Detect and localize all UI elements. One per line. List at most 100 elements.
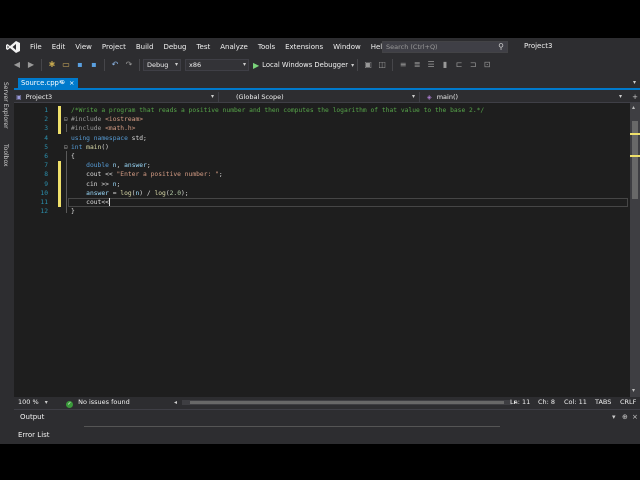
comment-icon[interactable]: ≣ [412,60,422,70]
menu-tools[interactable]: Tools [253,43,280,51]
bookmark-next-icon[interactable]: ⊐ [468,60,478,70]
uncomment-icon[interactable]: ☰ [426,60,436,70]
menu-edit[interactable]: Edit [47,43,71,51]
code-line-3[interactable]: #include <math.h> [71,124,135,133]
code-line-12[interactable]: } [71,207,75,216]
attach-icon[interactable]: ▣ [363,60,373,70]
line-number: 1 [44,107,48,114]
tab-list-chevron-icon[interactable]: ▾ [633,78,636,88]
code-line-8[interactable]: cout << "Enter a positive number: "; [71,170,223,179]
new-project-icon[interactable]: ✱ [47,60,57,70]
code-line-10[interactable]: answer = log(n) / log(2.0); [71,189,188,198]
line-number: 10 [40,189,48,197]
menu-build[interactable]: Build [131,43,159,51]
zoom-level[interactable]: 100 % ▾ [18,397,48,408]
bookmark-clear-icon[interactable]: ⊡ [482,60,492,70]
back-icon[interactable]: ◀ [12,60,22,70]
horizontal-scrollbar[interactable] [182,400,512,405]
editor-status-bar: 100 % ▾ ✓ No issues found ◂ ▸ Ln: 11 Ch:… [14,397,640,408]
navigation-bar: ▣ Project3 ▾ (Global Scope) ▾ ◈ main() ▾… [14,92,640,103]
issues-text: No issues found [78,398,130,406]
start-debugging-button[interactable]: ▶ Local Windows Debugger ▾ [253,61,354,70]
pin-icon[interactable]: ⊕ [60,78,65,88]
code-line-7[interactable]: double n, answer; [71,161,150,170]
chevron-down-icon[interactable]: ▾ [351,62,354,69]
save-all-icon[interactable]: ▪ [89,60,99,70]
output-panel-title[interactable]: Output [20,413,44,421]
close-icon[interactable]: × [69,78,74,88]
bookmark-icon[interactable]: ▮ [440,60,450,70]
toolbox-tab[interactable]: Toolbox [2,144,9,167]
menu-window[interactable]: Window [328,43,366,51]
member-dropdown[interactable]: ◈ main() ▾ [421,92,626,102]
toolbar-separator [104,59,105,71]
search-input[interactable]: Search (Ctrl+Q) ⚲ [382,41,508,53]
solution-name: Project3 [524,42,553,50]
current-line-highlight [68,198,628,208]
scroll-left-icon[interactable]: ◂ [174,397,177,408]
bookmark-prev-icon[interactable]: ⊏ [454,60,464,70]
error-list-tab[interactable]: Error List [18,431,50,439]
horizontal-scrollbar-thumb[interactable] [190,401,504,404]
pin-icon[interactable]: ⊕ [622,413,628,421]
solution-platform-value: x86 [189,61,202,69]
code-line-1[interactable]: /*Write a program that reads a positive … [71,106,484,115]
code-line-6[interactable]: { [71,152,75,161]
code-line-11[interactable]: cout<< [71,198,110,207]
vertical-scrollbar[interactable]: ▴ ▾ [630,103,640,397]
split-add-icon[interactable]: + [632,92,638,102]
chevron-down-icon: ▾ [174,61,178,68]
window-position-icon[interactable]: ▾ [612,413,616,421]
code-line-9[interactable]: cin >> n; [71,180,120,189]
menu-extensions[interactable]: Extensions [280,43,328,51]
undo-icon[interactable]: ↶ [110,60,120,70]
line-indicator[interactable]: Ln: 11 [510,397,530,408]
scrollbar-change-mark [630,155,640,157]
chevron-down-icon: ▾ [411,93,415,100]
menu-view[interactable]: View [70,43,97,51]
forward-icon[interactable]: ▶ [26,60,36,70]
browser-icon[interactable]: ◫ [377,60,387,70]
tab-source-cpp[interactable]: Source.cpp* ⊕ × [18,78,78,88]
solution-platform-dropdown[interactable]: x86 ▾ [185,59,249,71]
outline-guide [66,151,67,213]
close-icon[interactable]: × [632,413,638,421]
solution-configuration-dropdown[interactable]: Debug ▾ [143,59,181,71]
server-explorer-tab[interactable]: Server Explorer [2,82,9,129]
line-number: 5 [44,143,48,151]
redo-icon[interactable]: ↷ [124,60,134,70]
menu-analyze[interactable]: Analyze [215,43,253,51]
indent-mode-indicator[interactable]: TABS [595,397,611,408]
menu-project[interactable]: Project [97,43,131,51]
start-debugging-label: Local Windows Debugger [262,61,349,69]
issues-indicator[interactable]: ✓ No issues found [66,397,130,408]
menu-file[interactable]: File [25,43,47,51]
column-indicator[interactable]: Col: 11 [564,397,587,408]
cpp-project-icon: ▣ [16,94,22,101]
menu-test[interactable]: Test [191,43,215,51]
scope-dropdown[interactable]: (Global Scope) ▾ [220,92,420,102]
project-dropdown[interactable]: ▣ Project3 ▾ [14,92,219,102]
code-line-2[interactable]: #include <iostream> [71,115,143,124]
code-editor[interactable]: 1 2 3 4 5 6 7 8 9 10 11 12 ⊟ ⊟ /*Write a… [14,103,630,397]
visual-studio-logo-icon [6,41,20,53]
code-line-5[interactable]: int main() [71,143,109,152]
char-indicator[interactable]: Ch: 8 [538,397,555,408]
letterbox-bottom [0,444,640,480]
scroll-down-icon[interactable]: ▾ [632,387,635,394]
collapse-icon[interactable]: ⊟ [64,115,68,124]
save-icon[interactable]: ▪ [75,60,85,70]
open-file-icon[interactable]: ▭ [61,60,71,70]
code-line-4[interactable]: using namespace std; [71,134,147,143]
search-placeholder: Search (Ctrl+Q) [386,43,438,51]
letterbox-top [0,0,640,38]
menu-debug[interactable]: Debug [158,43,191,51]
line-number: 11 [40,199,48,206]
format-icon[interactable]: ≡ [398,60,408,70]
search-icon[interactable]: ⚲ [498,42,504,52]
scrollbar-change-mark [630,133,640,135]
chevron-down-icon: ▾ [242,61,246,68]
line-ending-indicator[interactable]: CRLF [620,397,636,408]
scroll-up-icon[interactable]: ▴ [632,104,635,111]
tab-label: Source.cpp* [21,79,63,87]
